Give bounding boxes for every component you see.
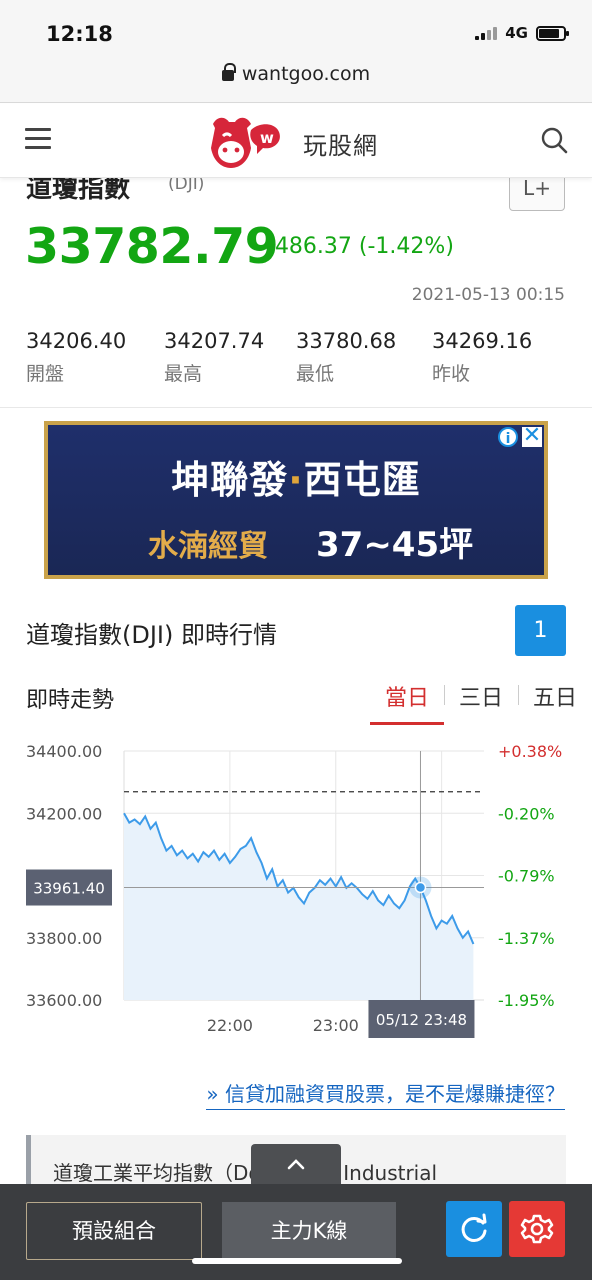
- pct-tick-label: -0.79%: [498, 867, 555, 886]
- ad-close-icon[interactable]: ✕: [522, 425, 542, 447]
- bull-logo-icon: w: [211, 117, 280, 168]
- active-tab-indicator: [370, 722, 444, 725]
- ad-content: 坤聯發·西屯匯 水湳經貿 37~45坪 i ✕: [48, 425, 544, 575]
- brand-logo[interactable]: w 玩股網: [209, 114, 378, 172]
- pct-tick-label: +0.38%: [498, 742, 562, 761]
- stat-prev-close: 34269.16 昨收: [432, 329, 532, 386]
- index-code: (DJI): [168, 178, 205, 194]
- section-badge-button[interactable]: 1: [515, 605, 566, 656]
- chevron-up-icon: [287, 1159, 305, 1170]
- app-header: w 玩股網: [0, 104, 592, 178]
- pct-tick-label: -1.37%: [498, 929, 555, 948]
- price-area: [124, 813, 474, 1000]
- stat-label: 最低: [296, 363, 335, 385]
- settings-button[interactable]: [509, 1201, 565, 1257]
- home-indicator: [192, 1258, 402, 1264]
- tab-today[interactable]: 當日: [370, 680, 444, 712]
- stat-value: 34206.40: [26, 329, 127, 353]
- status-indicators: 4G: [475, 24, 569, 42]
- address-bar[interactable]: wantgoo.com: [0, 63, 592, 85]
- hamburger-menu-icon[interactable]: [25, 128, 51, 150]
- add-watchlist-button[interactable]: L+: [509, 178, 565, 211]
- crosshair-point: [414, 881, 427, 894]
- index-price: 33782.79: [25, 218, 279, 275]
- y-tick-label: 33800.00: [26, 929, 102, 948]
- stat-open: 34206.40 開盤: [26, 329, 126, 386]
- article-link[interactable]: » 信貸加融資買股票，是不是爆賺捷徑？: [206, 1078, 565, 1110]
- status-time: 12:18: [46, 22, 113, 46]
- intraday-chart[interactable]: 34400.00+0.38%34200.00-0.20%34000.00-0.7…: [0, 735, 592, 1045]
- gear-icon: [520, 1214, 554, 1244]
- x-tick-label: 22:00: [207, 1016, 253, 1035]
- quote-timestamp: 2021-05-13 00:15: [411, 285, 565, 305]
- brand-name: 玩股網: [303, 131, 378, 160]
- preset-combo-button[interactable]: 預設組合: [26, 1202, 202, 1260]
- ad-info-icon[interactable]: i: [498, 427, 518, 447]
- stat-high: 34207.74 最高: [164, 329, 264, 386]
- refresh-button[interactable]: [446, 1201, 502, 1257]
- index-name: 道瓊指數: [26, 178, 131, 204]
- crosshair-y-label: 33961.40: [33, 880, 105, 898]
- trend-label: 即時走勢: [26, 688, 115, 713]
- y-tick-label: 34400.00: [26, 742, 102, 761]
- svg-text:w: w: [260, 129, 274, 147]
- browser-chrome: 12:18 4G wantgoo.com: [0, 0, 592, 103]
- info-card-text: 道瓊工業平均指數（Dow Jones Industrial: [53, 1161, 438, 1185]
- battery-icon: [536, 25, 569, 41]
- network-label: 4G: [505, 24, 528, 42]
- url-text: wantgoo.com: [241, 63, 371, 85]
- ad-size: 37~45坪: [316, 525, 474, 565]
- ad-headline-part: 西屯匯: [303, 458, 421, 502]
- pct-tick-label: -0.20%: [498, 804, 555, 823]
- index-change: -486.37 (-1.42%): [267, 234, 454, 259]
- ad-banner[interactable]: 坤聯發·西屯匯 水湳經貿 37~45坪 i ✕: [44, 421, 548, 579]
- tab-three-day[interactable]: 三日: [444, 680, 518, 712]
- x-tick-label: 23:00: [313, 1016, 359, 1035]
- stat-label: 最高: [164, 363, 203, 385]
- ad-headline-part: 坤聯發: [171, 458, 289, 502]
- stat-value: 33780.68: [296, 329, 397, 353]
- ad-dot: ·: [288, 458, 304, 502]
- quote-panel: 道瓊指數 (DJI) L+ 33782.79 -486.37 (-1.42%) …: [0, 178, 592, 408]
- stat-low: 33780.68 最低: [296, 329, 396, 386]
- lock-icon: [221, 63, 236, 81]
- pct-tick-label: -1.95%: [498, 991, 555, 1010]
- bottom-toolbar: 預設組合 主力K線: [0, 1184, 592, 1280]
- signal-icon: [475, 26, 498, 40]
- search-icon[interactable]: [540, 126, 568, 154]
- stat-value: 34269.16: [432, 329, 533, 353]
- ad-subline: 水湳經貿: [148, 529, 268, 564]
- y-tick-label: 33600.00: [26, 991, 102, 1010]
- main-kline-button[interactable]: 主力K線: [222, 1202, 396, 1260]
- y-tick-label: 34200.00: [26, 804, 102, 823]
- ad-controls: i ✕: [498, 425, 542, 447]
- stat-label: 開盤: [26, 363, 65, 385]
- section-title: 道瓊指數(DJI) 即時行情: [26, 621, 277, 649]
- period-tabs: 當日 三日 五日: [370, 680, 592, 712]
- crosshair-x-label: 05/12 23:48: [376, 1011, 467, 1029]
- scroll-top-button[interactable]: [251, 1144, 341, 1184]
- ad-headline: 坤聯發·西屯匯: [48, 449, 544, 504]
- stat-value: 34207.74: [164, 329, 265, 353]
- refresh-icon: [461, 1213, 487, 1242]
- tab-five-day[interactable]: 五日: [518, 680, 592, 712]
- stat-label: 昨收: [432, 363, 471, 385]
